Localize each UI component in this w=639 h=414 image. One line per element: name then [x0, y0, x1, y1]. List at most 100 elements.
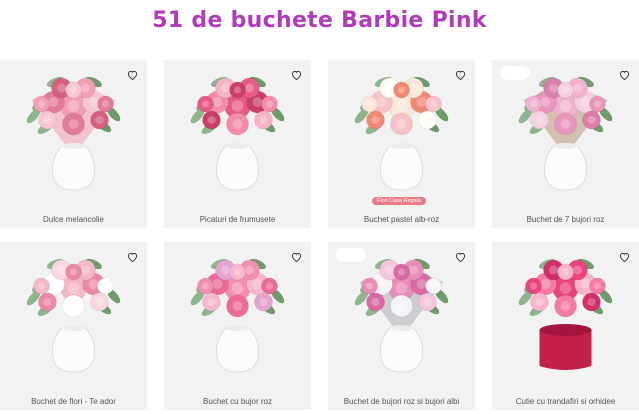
flower-center [265, 282, 274, 290]
flower-center [540, 97, 551, 107]
vase-rim [61, 143, 86, 149]
product-card[interactable]: Picaturi de frumusete [164, 60, 311, 228]
flower-center [396, 301, 407, 311]
vase-rim [225, 325, 250, 331]
flower-center [560, 119, 571, 129]
flower-center [397, 268, 406, 276]
product-name[interactable]: Picaturi de frumusete [164, 215, 311, 224]
flower-center [69, 268, 78, 276]
product-card[interactable]: Buchet de bujori roz si bujori albi [328, 242, 475, 410]
flower-center [561, 86, 570, 94]
flower-center [57, 83, 66, 93]
hat-box-lid [539, 324, 592, 336]
flower-center [67, 282, 80, 294]
flower-center [101, 282, 110, 290]
flower-center [395, 282, 408, 294]
blurred-badge [336, 248, 366, 262]
flower-center [231, 282, 244, 294]
vase-rim [225, 143, 250, 149]
heart-outline-icon[interactable] [451, 66, 469, 84]
flower-center [376, 279, 387, 289]
flower-center [365, 282, 374, 290]
flower-center [252, 97, 263, 107]
flower-center [560, 301, 571, 311]
flower-center [245, 83, 254, 93]
flower-center [561, 268, 570, 276]
vase-rim [389, 143, 414, 149]
flower-center [409, 265, 418, 275]
flower-center [416, 97, 427, 107]
page-title: 51 de buchete Barbie Pink [152, 8, 487, 33]
product-name[interactable]: Buchet cu bujor roz [164, 397, 311, 406]
product-grid: Dulce melancolie Picaturi de frumusete F… [0, 60, 639, 414]
product-card[interactable]: Dulce melancolie [0, 60, 147, 228]
flower-center [67, 100, 80, 112]
product-name[interactable]: Buchet pastel alb-roz [328, 215, 475, 224]
flower-center [68, 119, 79, 129]
vase-rim [389, 325, 414, 331]
flower-center [395, 100, 408, 112]
flower-center [201, 100, 210, 108]
heart-outline-icon[interactable] [615, 66, 633, 84]
vase-rim [61, 325, 86, 331]
heart-outline-icon[interactable] [123, 248, 141, 266]
product-card[interactable]: Buchet de 7 bujori roz [492, 60, 639, 228]
product-card[interactable]: Cutie cu trandafiri si orhidee [492, 242, 639, 410]
flower-center [48, 97, 59, 107]
white-vase [544, 145, 587, 191]
flower-center [207, 115, 216, 125]
heart-outline-icon[interactable] [123, 66, 141, 84]
flower-center [371, 115, 380, 125]
flower-center [43, 297, 52, 307]
white-vase [380, 327, 423, 373]
product-badge: Flori Casa Regala [372, 197, 427, 205]
heart-outline-icon[interactable] [615, 248, 633, 266]
product-card[interactable]: Flori Casa Regala Buchet pastel alb-roz [328, 60, 475, 228]
heart-outline-icon[interactable] [287, 248, 305, 266]
heart-outline-icon[interactable] [287, 66, 305, 84]
flower-center [245, 265, 254, 275]
flower-center [573, 83, 582, 93]
flower-center [212, 279, 223, 289]
flower-center [95, 297, 104, 307]
flower-center [95, 115, 104, 125]
flower-center [57, 265, 66, 275]
heart-outline-icon[interactable] [451, 248, 469, 266]
white-vase [380, 145, 423, 191]
product-name[interactable]: Buchet de 7 bujori roz [492, 215, 639, 224]
flower-center [265, 100, 274, 108]
flower-center [81, 83, 90, 93]
flower-center [207, 297, 216, 307]
flower-center [580, 97, 591, 107]
flower-center [549, 83, 558, 93]
flower-center [201, 282, 210, 290]
flower-center [221, 83, 230, 93]
flower-center [48, 279, 59, 289]
product-name[interactable]: Cutie cu trandafiri si orhidee [492, 397, 639, 406]
flower-center [549, 265, 558, 275]
flower-center [232, 119, 243, 129]
product-name[interactable]: Dulce melancolie [0, 215, 147, 224]
product-name[interactable]: Buchet de flori - Te ador [0, 397, 147, 406]
white-vase [52, 145, 95, 191]
flower-center [573, 265, 582, 275]
flower-center [233, 268, 242, 276]
flower-center [587, 297, 596, 307]
flower-center [37, 282, 46, 290]
flower-center [540, 279, 551, 289]
flower-center [559, 100, 572, 112]
flower-center [416, 279, 427, 289]
flower-center [259, 115, 268, 125]
product-name[interactable]: Buchet de bujori roz si bujori albi [328, 397, 475, 406]
product-card[interactable]: Buchet cu bujor roz [164, 242, 311, 410]
flower-center [376, 97, 387, 107]
flower-center [101, 100, 110, 108]
flower-center [365, 100, 374, 108]
flower-center [43, 115, 52, 125]
flower-center [231, 100, 244, 112]
product-card[interactable]: Buchet de flori - Te ador [0, 242, 147, 410]
flower-center [221, 265, 230, 275]
flower-center [529, 100, 538, 108]
flower-center [587, 115, 596, 125]
white-vase [216, 327, 259, 373]
